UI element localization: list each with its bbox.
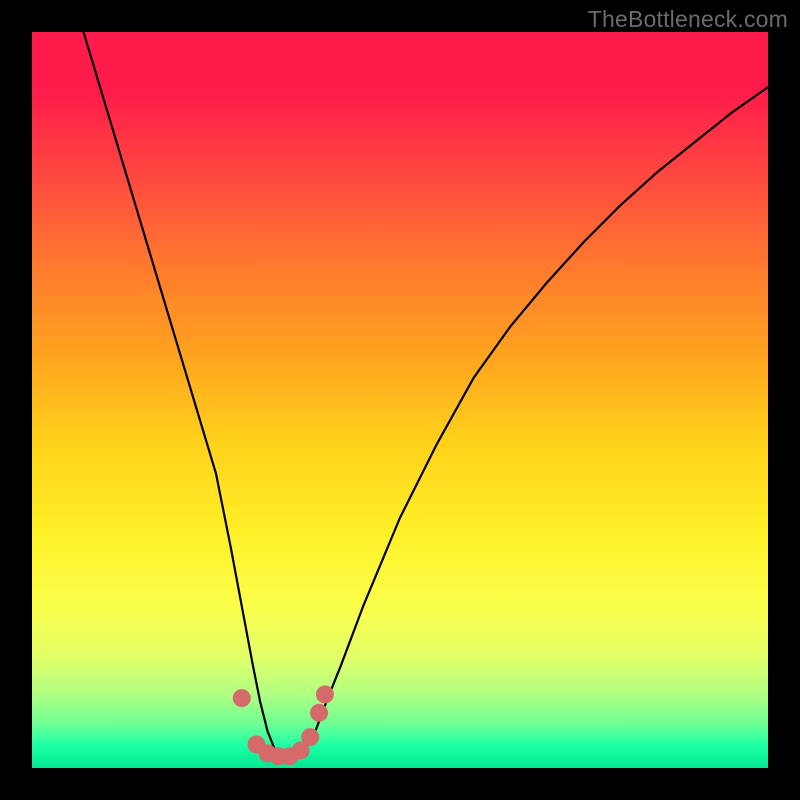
highlight-dot [316, 685, 334, 703]
highlight-dots [233, 685, 334, 765]
bottleneck-curve-line [84, 32, 768, 759]
highlight-dot [301, 728, 319, 746]
highlight-dot [310, 704, 328, 722]
chart-svg [32, 32, 768, 768]
highlight-dot [233, 689, 251, 707]
watermark-text: TheBottleneck.com [588, 6, 788, 33]
chart-frame: TheBottleneck.com [0, 0, 800, 800]
plot-area [32, 32, 768, 768]
